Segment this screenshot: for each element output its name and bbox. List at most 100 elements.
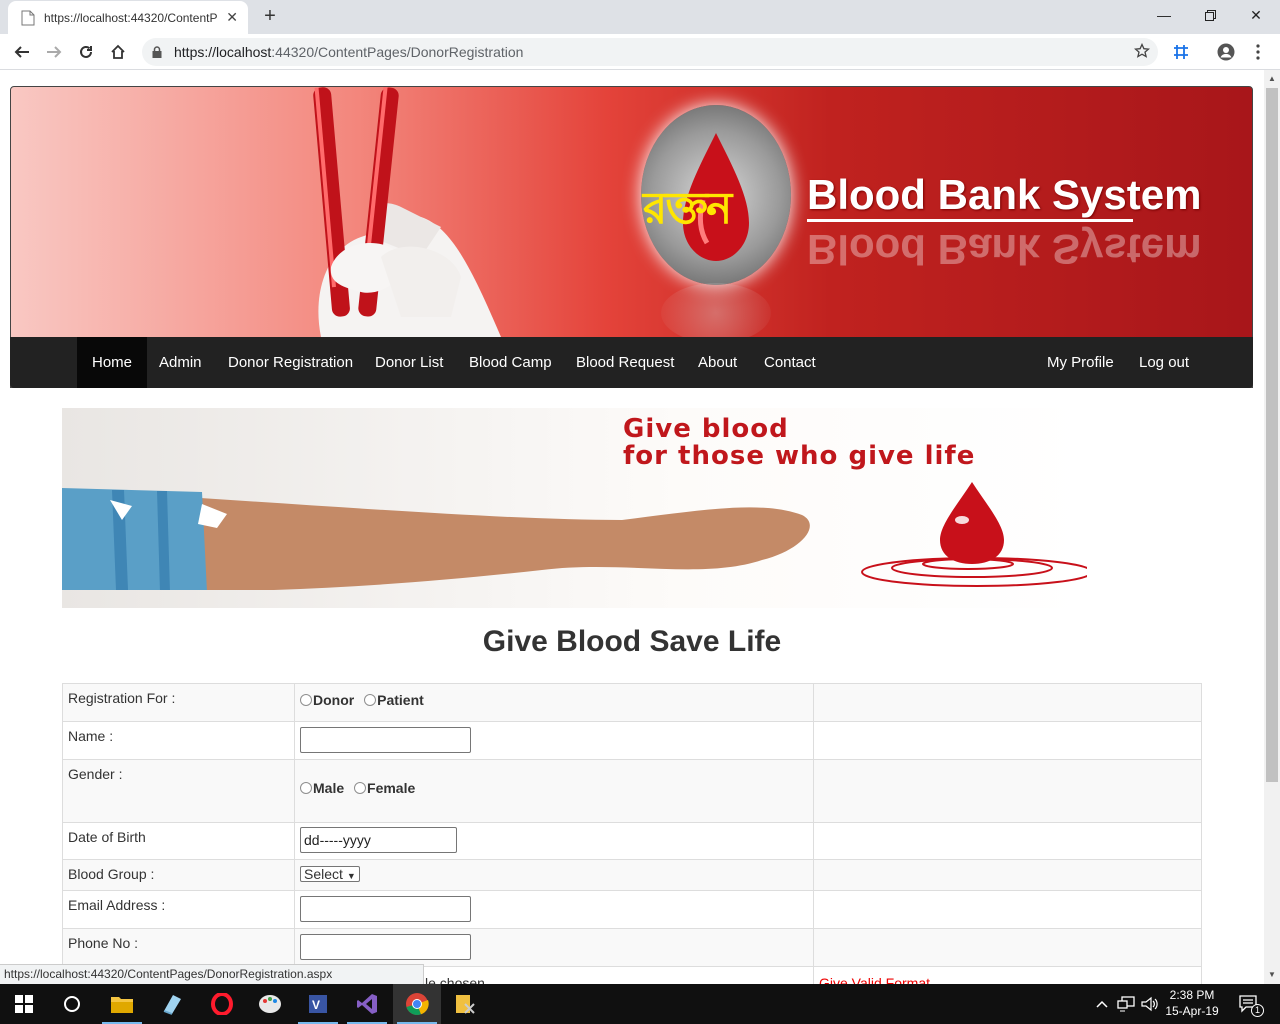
extension-button[interactable]	[1167, 38, 1195, 66]
nav-my-profile[interactable]: My Profile	[1032, 337, 1129, 388]
chevron-up-icon	[1096, 1000, 1108, 1008]
new-tab-button[interactable]: +	[258, 4, 282, 28]
close-tab-icon[interactable]: ✕	[226, 9, 238, 26]
email-input[interactable]	[300, 896, 471, 922]
taskbar-visual-studio[interactable]	[343, 984, 391, 1024]
phone-input[interactable]	[300, 934, 471, 960]
browser-menu-button[interactable]	[1244, 38, 1272, 66]
forward-arrow-icon	[47, 46, 62, 58]
taskbar-opera[interactable]	[198, 984, 246, 1024]
start-button[interactable]	[0, 984, 48, 1024]
form-row-phone: Phone No :	[62, 928, 1202, 967]
windows-logo-icon	[15, 995, 33, 1013]
palette-icon	[259, 995, 281, 1013]
form-row-dob: Date of Birth dd-----yyyy	[62, 822, 1202, 860]
patient-radio[interactable]	[364, 694, 377, 706]
dob-date-input[interactable]: dd-----yyyy	[300, 827, 457, 853]
lock-icon	[152, 46, 162, 58]
blood-group-selected: Select	[304, 866, 343, 882]
browser-tab[interactable]: https://localhost:44320/ContentP ✕	[8, 1, 248, 34]
email-validation	[813, 890, 1202, 929]
gender-label: Gender :	[62, 759, 295, 823]
nav-home[interactable]: Home	[77, 337, 148, 388]
system-clock[interactable]: 2:38 PM 15-Apr-19	[1160, 987, 1224, 1019]
blood-group-label: Blood Group :	[62, 859, 295, 891]
account-icon	[1217, 43, 1235, 61]
form-row-name: Name :	[62, 721, 1202, 760]
link-status-bar: https://localhost:44320/ContentPages/Don…	[0, 964, 424, 984]
blood-group-select[interactable]: Select ▼	[300, 866, 360, 882]
taskbar-paint-app[interactable]	[246, 984, 294, 1024]
site-title-reflection: Blood Bank System	[807, 226, 1202, 273]
reload-icon	[80, 45, 92, 58]
nav-admin[interactable]: Admin	[144, 337, 217, 388]
male-radio[interactable]	[300, 782, 312, 794]
address-bar[interactable]: https://localhost:44320/ContentPages/Don…	[142, 38, 1158, 66]
url-host: https://localhost	[174, 44, 272, 60]
kebab-menu-icon	[1256, 44, 1260, 60]
taskbar-sql-tool[interactable]	[441, 984, 489, 1024]
taskbar-visio[interactable]: V	[294, 984, 342, 1024]
volume-button[interactable]	[1139, 984, 1161, 1024]
clock-time: 2:38 PM	[1169, 988, 1215, 1002]
male-radio-label: Male	[313, 780, 345, 796]
taskbar-notes-app[interactable]	[148, 984, 196, 1024]
logo-reflection	[661, 283, 771, 343]
nav-contact[interactable]: Contact	[749, 337, 831, 388]
home-button[interactable]	[104, 38, 132, 66]
nav-log-out[interactable]: Log out	[1124, 337, 1204, 388]
female-radio[interactable]	[354, 782, 367, 794]
donor-radio[interactable]	[300, 694, 312, 706]
female-radio-label: Female	[367, 780, 416, 796]
visual-studio-icon	[357, 994, 377, 1014]
profile-button[interactable]	[1212, 38, 1240, 66]
form-row-blood-group: Blood Group : Select ▼	[62, 859, 1202, 891]
search-button[interactable]	[48, 984, 96, 1024]
taskbar-file-explorer[interactable]	[98, 984, 146, 1024]
page-scrollbar[interactable]: ▲ ▼	[1264, 70, 1280, 984]
network-button[interactable]	[1115, 984, 1137, 1024]
nav-about[interactable]: About	[683, 337, 752, 388]
scrollbar-thumb[interactable]	[1266, 88, 1278, 782]
close-window-button[interactable]: ✕	[1233, 0, 1279, 30]
form-row-email: Email Address :	[62, 890, 1202, 929]
taskbar-chrome[interactable]	[393, 984, 441, 1024]
nav-donor-registration[interactable]: Donor Registration	[213, 337, 368, 388]
page-heading: Give Blood Save Life	[482, 625, 782, 658]
scroll-down-icon[interactable]: ▼	[1268, 970, 1276, 979]
tab-title: https://localhost:44320/ContentP	[44, 10, 218, 25]
arm-bandage-image	[62, 488, 810, 590]
dob-validation	[813, 822, 1202, 860]
title-underline	[807, 219, 1133, 222]
reload-button[interactable]	[72, 38, 100, 66]
restore-button[interactable]	[1187, 0, 1233, 30]
dob-cell: dd-----yyyy	[294, 822, 814, 860]
registration-for-validation	[813, 683, 1202, 722]
action-center-button[interactable]: 1	[1234, 984, 1264, 1024]
show-hidden-icons-button[interactable]	[1092, 984, 1112, 1024]
minimize-button[interactable]: —	[1141, 0, 1187, 30]
phone-cell	[294, 928, 814, 967]
back-button[interactable]	[8, 38, 36, 66]
registration-for-label: Registration For :	[62, 683, 295, 722]
blood-drop-ripple-icon	[861, 482, 1087, 587]
gender-options: Male Female	[294, 759, 814, 823]
nav-donor-list[interactable]: Donor List	[360, 337, 458, 388]
nav-blood-camp[interactable]: Blood Camp	[454, 337, 567, 388]
url-path: :44320/ContentPages/DonorRegistration	[271, 44, 524, 60]
main-navbar: Home Admin Donor Registration Donor List…	[10, 337, 1253, 388]
gender-validation	[813, 759, 1202, 823]
form-row-gender: Gender : Male Female	[62, 759, 1202, 823]
bookmark-star-icon[interactable]	[1133, 42, 1151, 64]
blood-tubes-hand-image	[313, 87, 501, 337]
windows-taskbar: V 2:38 PM 15-Apr-19 1	[0, 984, 1280, 1024]
nav-blood-request[interactable]: Blood Request	[561, 337, 689, 388]
restore-icon	[1204, 9, 1216, 21]
site-title: Blood Bank System	[807, 171, 1202, 218]
name-input[interactable]	[300, 727, 471, 753]
phone-label: Phone No :	[62, 928, 295, 967]
visio-icon: V	[309, 995, 327, 1013]
forward-button[interactable]	[40, 38, 68, 66]
database-tool-icon	[456, 995, 475, 1014]
scroll-up-icon[interactable]: ▲	[1268, 74, 1276, 83]
